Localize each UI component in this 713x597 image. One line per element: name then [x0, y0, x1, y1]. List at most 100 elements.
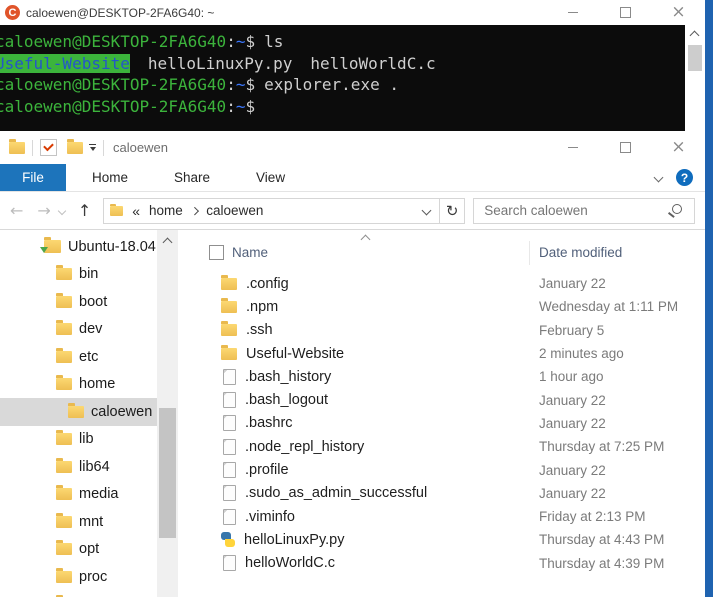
forward-button[interactable]: → [37, 203, 50, 219]
minimize-button[interactable] [546, 0, 599, 25]
separator [103, 140, 104, 156]
search-icon [672, 204, 682, 214]
sidebar-item-bin[interactable]: bin [0, 261, 157, 289]
app-folder-icon [9, 142, 25, 154]
explorer-body: Ubuntu-18.04 bin boot dev etc home [0, 230, 705, 597]
column-header-name[interactable]: Name [232, 245, 268, 260]
file-icon [223, 439, 236, 455]
sidebar-scrollbar-thumb[interactable] [159, 408, 176, 538]
qat-properties-button[interactable] [40, 139, 57, 156]
back-button[interactable]: ← [10, 203, 23, 219]
file-row[interactable]: helloWorldC.c Thursday at 4:39 PM [178, 552, 705, 575]
sidebar-scrollbar[interactable] [157, 230, 178, 597]
search-input[interactable] [482, 202, 666, 219]
file-row[interactable]: .sudo_as_admin_successful January 22 [178, 482, 705, 505]
sidebar-item-caloewen[interactable]: caloewen [0, 398, 157, 426]
file-row[interactable]: .bashrc January 22 [178, 412, 705, 435]
column-separator[interactable] [529, 241, 530, 265]
folder-icon [56, 296, 72, 308]
sidebar-item-lib[interactable]: lib [0, 426, 157, 454]
column-header-date-modified[interactable]: Date modified [539, 245, 622, 260]
sidebar-item-opt[interactable]: opt [0, 536, 157, 564]
explorer-titlebar: caloewen × [0, 131, 705, 164]
file-icon [223, 415, 236, 431]
window-title: caloewen [113, 140, 168, 155]
sidebar-item-lib64[interactable]: lib64 [0, 453, 157, 481]
minimize-icon [568, 12, 578, 13]
folder-icon [56, 543, 72, 555]
command-ls: ls [264, 32, 283, 51]
file-list: Name Date modified .config January 22 .n… [178, 230, 705, 597]
folder-icon [56, 516, 72, 528]
breadcrumb-collapse[interactable]: « [132, 203, 140, 219]
sidebar-item-boot[interactable]: boot [0, 288, 157, 316]
chevron-down-icon [90, 147, 96, 151]
file-row[interactable]: .bash_logout January 22 [178, 388, 705, 411]
tab-home[interactable]: Home [77, 164, 143, 191]
breadcrumb-current[interactable]: caloewen [206, 203, 263, 218]
terminal-output[interactable]: caloewen@DESKTOP-2FA6G40:~$ls Useful-Web… [0, 25, 685, 131]
file-row[interactable]: .ssh February 5 [178, 319, 705, 342]
refresh-button[interactable]: ↻ [439, 199, 464, 223]
folder-icon [221, 324, 237, 336]
terminal-line-prompt-ls: caloewen@DESKTOP-2FA6G40:~$ls [0, 31, 685, 53]
ribbon-right-controls: ? [655, 164, 693, 191]
select-all-checkbox[interactable] [209, 245, 224, 260]
breadcrumb-home[interactable]: home [149, 203, 183, 218]
close-button[interactable]: × [652, 131, 705, 164]
tab-file[interactable]: File [0, 164, 66, 191]
sidebar-item-mnt[interactable]: mnt [0, 508, 157, 536]
folder-icon [56, 268, 72, 280]
file-icon [223, 509, 236, 525]
maximize-button[interactable] [599, 131, 652, 164]
folder-icon [221, 301, 237, 313]
address-dropdown-icon[interactable] [422, 206, 432, 216]
address-bar[interactable]: « home caloewen ↻ [103, 198, 465, 224]
file-row[interactable]: .node_repl_history Thursday at 7:25 PM [178, 435, 705, 458]
minimize-button[interactable] [546, 131, 599, 164]
folder-icon [56, 461, 72, 473]
file-row[interactable]: .profile January 22 [178, 458, 705, 481]
file-row[interactable]: .npm Wednesday at 1:11 PM [178, 295, 705, 318]
terminal-scrollbar-thumb[interactable] [688, 45, 702, 71]
folder-icon [56, 488, 72, 500]
expand-ribbon-icon[interactable] [654, 173, 664, 183]
sidebar-item-partial[interactable] [0, 591, 157, 597]
sidebar-item-media[interactable]: media [0, 481, 157, 509]
navigation-pane: Ubuntu-18.04 bin boot dev etc home [0, 230, 157, 597]
up-button[interactable]: ↑ [78, 203, 91, 219]
close-button[interactable]: × [652, 0, 705, 25]
qat-customize-button[interactable] [89, 144, 96, 152]
terminal-scrollbar[interactable] [685, 25, 705, 131]
sidebar-item-home[interactable]: home [0, 371, 157, 399]
sidebar-item-etc[interactable]: etc [0, 343, 157, 371]
file-icon [223, 555, 236, 571]
folder-icon [56, 378, 72, 390]
file-row[interactable]: .config January 22 [178, 272, 705, 295]
file-row[interactable]: .viminfo Friday at 2:13 PM [178, 505, 705, 528]
sidebar-item-dev[interactable]: dev [0, 316, 157, 344]
sidebar-item-ubuntu[interactable]: Ubuntu-18.04 [0, 233, 157, 261]
tab-view[interactable]: View [241, 164, 300, 191]
recent-locations-icon[interactable] [58, 206, 66, 214]
file-icon [223, 392, 236, 408]
maximize-icon [620, 7, 631, 18]
maximize-button[interactable] [599, 0, 652, 25]
scroll-up-icon[interactable] [163, 238, 173, 248]
file-row[interactable]: Useful-Website 2 minutes ago [178, 342, 705, 365]
terminal-window-controls: × [546, 0, 705, 25]
file-row[interactable]: helloLinuxPy.py Thursday at 4:43 PM [178, 528, 705, 551]
file-icon [223, 462, 236, 478]
help-button[interactable]: ? [676, 169, 693, 186]
file-row[interactable]: .bash_history 1 hour ago [178, 365, 705, 388]
scroll-up-icon[interactable] [690, 31, 700, 41]
sidebar-item-proc[interactable]: proc [0, 563, 157, 591]
qat-new-folder-button[interactable] [67, 142, 83, 154]
python-file-icon [221, 532, 235, 547]
distro-folder-icon [44, 240, 61, 253]
explorer-window: caloewen × File Home Share View ? ← → ↑ … [0, 131, 705, 596]
folder-icon [56, 571, 72, 583]
search-box[interactable] [473, 198, 695, 224]
tab-share[interactable]: Share [159, 164, 225, 191]
folder-icon [68, 406, 84, 418]
